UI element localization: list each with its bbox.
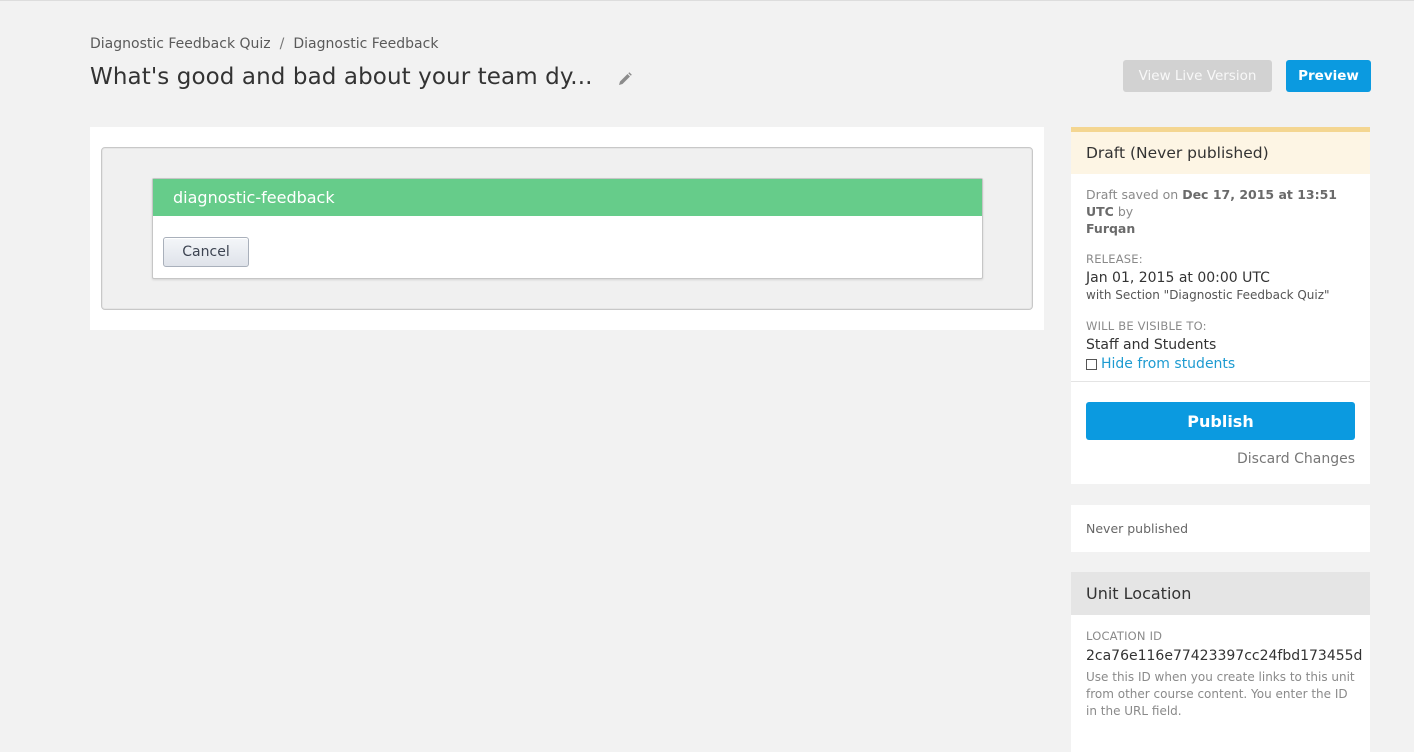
- location-id-help: Use this ID when you create links to thi…: [1086, 670, 1355, 718]
- visible-to-value: Staff and Students: [1086, 337, 1217, 353]
- breadcrumb-separator: /: [279, 36, 285, 52]
- xblock-header: diagnostic-feedback: [153, 179, 982, 216]
- release-date: Jan 01, 2015 at 00:00 UTC: [1086, 270, 1270, 286]
- unit-location-title: Unit Location: [1071, 572, 1370, 615]
- page-title: What's good and bad about your team dy..…: [90, 64, 593, 90]
- cancel-button[interactable]: Cancel: [163, 237, 249, 267]
- top-border: [0, 0, 1414, 1]
- hide-from-students-link[interactable]: Hide from students: [1101, 356, 1235, 372]
- publish-history-card: Never published: [1071, 505, 1370, 552]
- release-section: with Section "Diagnostic Feedback Quiz": [1086, 288, 1330, 302]
- unit-location-card: Unit Location LOCATION ID 2ca76e116e7742…: [1071, 572, 1370, 752]
- publish-button[interactable]: Publish: [1086, 402, 1355, 440]
- publish-status-title: Draft (Never published): [1071, 132, 1370, 174]
- preview-button[interactable]: Preview: [1286, 60, 1371, 92]
- unit-content-panel: diagnostic-feedback Cancel: [90, 127, 1044, 330]
- publish-status-card: Draft (Never published) Draft saved on D…: [1071, 127, 1370, 484]
- xblock-editor: diagnostic-feedback Cancel: [152, 178, 983, 279]
- publish-status-body: Draft saved on Dec 17, 2015 at 13:51 UTC…: [1071, 174, 1370, 372]
- draft-saved-by: by: [1113, 204, 1134, 219]
- location-id-label: LOCATION ID: [1086, 629, 1163, 643]
- view-live-version-button[interactable]: View Live Version: [1123, 60, 1272, 92]
- hide-from-students-checkbox[interactable]: [1086, 358, 1097, 370]
- title-row: What's good and bad about your team dy..…: [90, 64, 633, 90]
- discard-changes-link[interactable]: Discard Changes: [1237, 451, 1355, 467]
- unit-location-body: LOCATION ID 2ca76e116e77423397cc24fbd173…: [1071, 615, 1370, 720]
- draft-saved-prefix: Draft saved on: [1086, 187, 1183, 202]
- visible-to-label: WILL BE VISIBLE TO:: [1086, 319, 1207, 333]
- xblock-wrapper: diagnostic-feedback Cancel: [101, 147, 1033, 310]
- breadcrumb-item-section[interactable]: Diagnostic Feedback Quiz: [90, 36, 271, 52]
- divider: [1071, 381, 1370, 382]
- release-label: RELEASE:: [1086, 252, 1143, 266]
- pencil-icon[interactable]: [617, 71, 633, 87]
- draft-info: Draft saved on Dec 17, 2015 at 13:51 UTC…: [1086, 186, 1355, 237]
- location-id-value[interactable]: 2ca76e116e77423397cc24fbd173455d: [1086, 648, 1362, 664]
- draft-saved-user: Furqan: [1086, 221, 1136, 236]
- breadcrumb-item-subsection[interactable]: Diagnostic Feedback: [293, 36, 438, 52]
- breadcrumb: Diagnostic Feedback Quiz / Diagnostic Fe…: [90, 36, 438, 52]
- hide-from-students: Hide from students: [1086, 356, 1355, 372]
